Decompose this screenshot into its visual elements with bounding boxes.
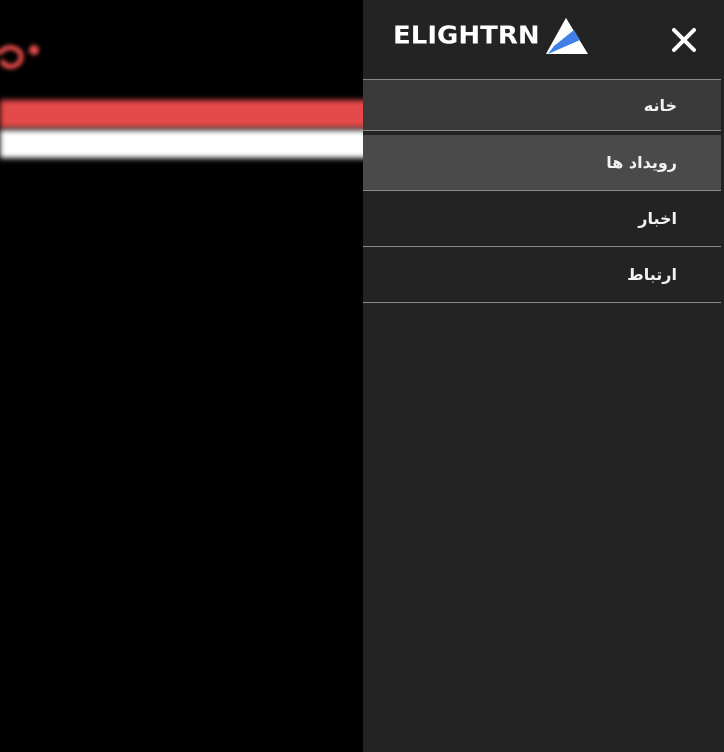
menu-item-label: رویداد ها bbox=[606, 153, 677, 172]
close-button[interactable] bbox=[661, 22, 707, 58]
brand-logo[interactable]: ELIGHTRN bbox=[393, 16, 590, 56]
triangle-logo-icon bbox=[545, 18, 588, 54]
menu-item-events[interactable]: رویداد ها bbox=[363, 135, 721, 191]
menu-item-label: خانه bbox=[643, 95, 677, 115]
background-logo-icon bbox=[0, 45, 39, 69]
background-white-banner bbox=[0, 130, 400, 158]
menu-item-label: ارتباط bbox=[627, 265, 677, 284]
drawer-header: ELIGHTRN bbox=[363, 0, 721, 80]
menu-item-contact[interactable]: ارتباط bbox=[363, 247, 721, 303]
nav-drawer: ELIGHTRN خانه رویداد ها اخبار ارتباط bbox=[363, 0, 724, 752]
close-icon bbox=[672, 28, 696, 52]
drawer-menu: خانه رویداد ها اخبار ارتباط bbox=[363, 80, 721, 303]
background-red-banner bbox=[0, 100, 400, 128]
brand-logo-text: ELIGHTRN bbox=[393, 21, 540, 51]
menu-item-news[interactable]: اخبار bbox=[363, 191, 721, 247]
menu-item-home[interactable]: خانه bbox=[363, 80, 721, 131]
menu-item-label: اخبار bbox=[638, 209, 677, 228]
